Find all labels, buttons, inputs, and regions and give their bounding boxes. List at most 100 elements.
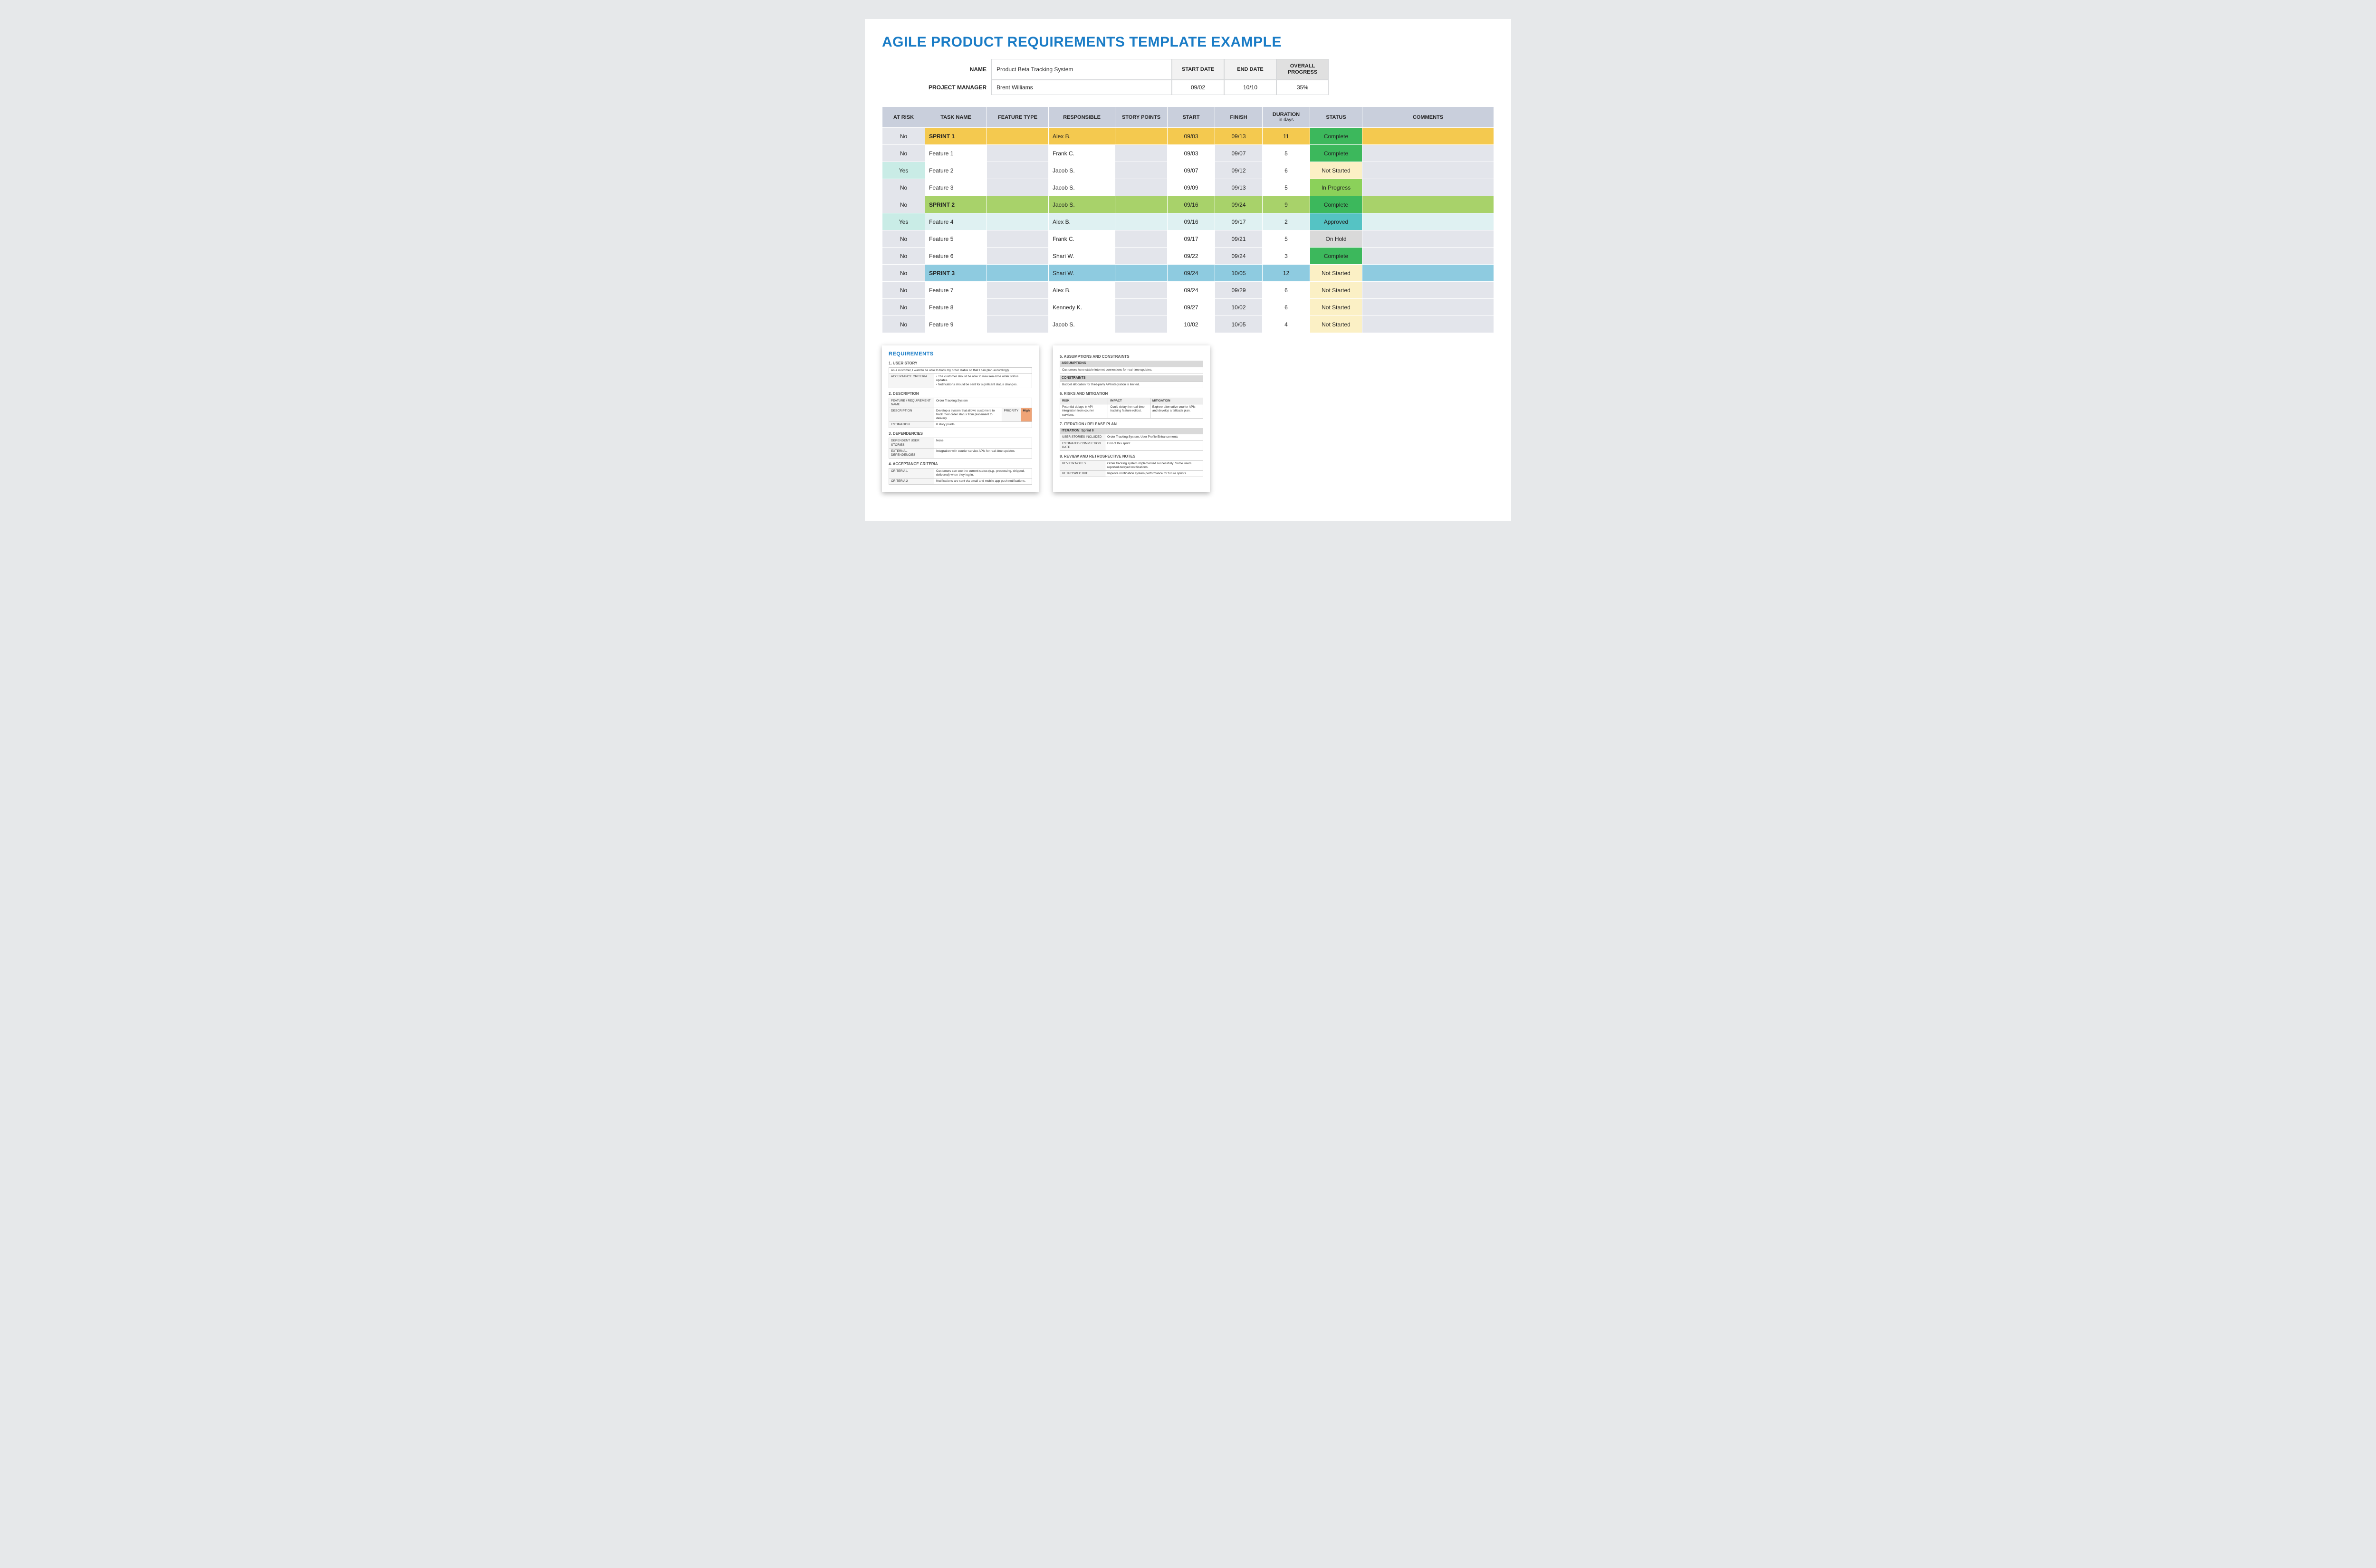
cell-col-ftype[interactable] bbox=[987, 145, 1049, 162]
name-value[interactable]: Product Beta Tracking System bbox=[991, 59, 1172, 80]
cell-col-finish[interactable]: 09/13 bbox=[1215, 128, 1263, 145]
cell-col-story[interactable] bbox=[1115, 213, 1168, 230]
cell-col-start[interactable]: 09/27 bbox=[1168, 299, 1215, 316]
cell-col-dur[interactable]: 6 bbox=[1263, 299, 1310, 316]
cell-col-risk[interactable]: No bbox=[882, 265, 925, 282]
cell-col-finish[interactable]: 09/21 bbox=[1215, 230, 1263, 248]
cell-col-task[interactable]: Feature 1 bbox=[925, 145, 987, 162]
cell-col-finish[interactable]: 10/02 bbox=[1215, 299, 1263, 316]
cell-col-story[interactable] bbox=[1115, 248, 1168, 265]
cell-col-ftype[interactable] bbox=[987, 213, 1049, 230]
cell-col-resp[interactable]: Jacob S. bbox=[1049, 196, 1115, 213]
cell-col-finish[interactable]: 09/17 bbox=[1215, 213, 1263, 230]
cell-col-task[interactable]: Feature 6 bbox=[925, 248, 987, 265]
table-row[interactable]: NoFeature 3Jacob S.09/0909/135In Progres… bbox=[882, 179, 1494, 196]
table-row[interactable]: NoFeature 5Frank C.09/1709/215On Hold bbox=[882, 230, 1494, 248]
cell-col-task[interactable]: Feature 5 bbox=[925, 230, 987, 248]
cell-col-risk[interactable]: No bbox=[882, 316, 925, 333]
cell-col-task[interactable]: Feature 3 bbox=[925, 179, 987, 196]
cell-col-risk[interactable]: No bbox=[882, 179, 925, 196]
cell-col-start[interactable]: 09/24 bbox=[1168, 282, 1215, 299]
cell-col-risk[interactable]: No bbox=[882, 145, 925, 162]
cell-col-status[interactable]: Complete bbox=[1310, 196, 1362, 213]
cell-col-comm[interactable] bbox=[1362, 196, 1494, 213]
progress-value[interactable]: 35% bbox=[1276, 80, 1329, 95]
cell-col-risk[interactable]: No bbox=[882, 299, 925, 316]
cell-col-start[interactable]: 10/02 bbox=[1168, 316, 1215, 333]
table-row[interactable]: NoSPRINT 1 Alex B. 09/0309/1311Complete bbox=[882, 128, 1494, 145]
start-date-value[interactable]: 09/02 bbox=[1172, 80, 1224, 95]
cell-col-ftype[interactable] bbox=[987, 162, 1049, 179]
cell-col-status[interactable]: On Hold bbox=[1310, 230, 1362, 248]
cell-col-task[interactable]: Feature 8 bbox=[925, 299, 987, 316]
cell-col-comm[interactable] bbox=[1362, 248, 1494, 265]
cell-col-finish[interactable]: 09/29 bbox=[1215, 282, 1263, 299]
cell-col-comm[interactable] bbox=[1362, 282, 1494, 299]
cell-col-status[interactable]: Not Started bbox=[1310, 316, 1362, 333]
cell-col-resp[interactable]: Alex B. bbox=[1049, 213, 1115, 230]
cell-col-resp[interactable]: Jacob S. bbox=[1049, 316, 1115, 333]
cell-col-status[interactable]: Complete bbox=[1310, 128, 1362, 145]
table-row[interactable]: NoFeature 7Alex B.09/2409/296Not Started bbox=[882, 282, 1494, 299]
table-row[interactable]: YesFeature 2Jacob S.09/0709/126Not Start… bbox=[882, 162, 1494, 179]
cell-col-resp[interactable]: Jacob S. bbox=[1049, 179, 1115, 196]
cell-col-task[interactable]: Feature 7 bbox=[925, 282, 987, 299]
cell-col-task[interactable]: SPRINT 2 bbox=[925, 196, 987, 213]
cell-col-start[interactable]: 09/09 bbox=[1168, 179, 1215, 196]
pm-value[interactable]: Brent Williams bbox=[991, 80, 1172, 95]
cell-col-story[interactable] bbox=[1115, 316, 1168, 333]
cell-col-resp[interactable]: Shari W. bbox=[1049, 248, 1115, 265]
cell-col-risk[interactable]: Yes bbox=[882, 213, 925, 230]
cell-col-dur[interactable]: 11 bbox=[1263, 128, 1310, 145]
cell-col-story[interactable] bbox=[1115, 299, 1168, 316]
cell-col-task[interactable]: Feature 4 bbox=[925, 213, 987, 230]
cell-col-risk[interactable]: No bbox=[882, 248, 925, 265]
cell-col-task[interactable]: Feature 2 bbox=[925, 162, 987, 179]
table-row[interactable]: NoFeature 6Shari W.09/2209/243Complete bbox=[882, 248, 1494, 265]
cell-col-story[interactable] bbox=[1115, 128, 1168, 145]
cell-col-ftype[interactable] bbox=[987, 196, 1049, 213]
cell-col-story[interactable] bbox=[1115, 196, 1168, 213]
cell-col-dur[interactable]: 5 bbox=[1263, 145, 1310, 162]
cell-col-ftype[interactable] bbox=[987, 316, 1049, 333]
cell-col-finish[interactable]: 09/12 bbox=[1215, 162, 1263, 179]
cell-col-dur[interactable]: 2 bbox=[1263, 213, 1310, 230]
cell-col-comm[interactable] bbox=[1362, 299, 1494, 316]
cell-col-resp[interactable]: Kennedy K. bbox=[1049, 299, 1115, 316]
cell-col-risk[interactable]: Yes bbox=[882, 162, 925, 179]
cell-col-risk[interactable]: No bbox=[882, 128, 925, 145]
cell-col-comm[interactable] bbox=[1362, 162, 1494, 179]
cell-col-ftype[interactable] bbox=[987, 299, 1049, 316]
cell-col-dur[interactable]: 5 bbox=[1263, 230, 1310, 248]
table-row[interactable]: NoFeature 9Jacob S.10/0210/054Not Starte… bbox=[882, 316, 1494, 333]
cell-col-status[interactable]: Not Started bbox=[1310, 162, 1362, 179]
cell-col-comm[interactable] bbox=[1362, 265, 1494, 282]
cell-col-task[interactable]: Feature 9 bbox=[925, 316, 987, 333]
cell-col-comm[interactable] bbox=[1362, 230, 1494, 248]
cell-col-resp[interactable]: Shari W. bbox=[1049, 265, 1115, 282]
cell-col-start[interactable]: 09/07 bbox=[1168, 162, 1215, 179]
cell-col-comm[interactable] bbox=[1362, 316, 1494, 333]
table-row[interactable]: NoFeature 1Frank C.09/0309/075Complete bbox=[882, 145, 1494, 162]
cell-col-status[interactable]: Complete bbox=[1310, 145, 1362, 162]
cell-col-resp[interactable]: Jacob S. bbox=[1049, 162, 1115, 179]
cell-col-dur[interactable]: 9 bbox=[1263, 196, 1310, 213]
cell-col-story[interactable] bbox=[1115, 282, 1168, 299]
cell-col-story[interactable] bbox=[1115, 230, 1168, 248]
cell-col-story[interactable] bbox=[1115, 265, 1168, 282]
cell-col-start[interactable]: 09/03 bbox=[1168, 128, 1215, 145]
cell-col-dur[interactable]: 3 bbox=[1263, 248, 1310, 265]
cell-col-ftype[interactable] bbox=[987, 248, 1049, 265]
cell-col-dur[interactable]: 6 bbox=[1263, 282, 1310, 299]
cell-col-risk[interactable]: No bbox=[882, 230, 925, 248]
cell-col-finish[interactable]: 10/05 bbox=[1215, 316, 1263, 333]
cell-col-status[interactable]: In Progress bbox=[1310, 179, 1362, 196]
cell-col-start[interactable]: 09/16 bbox=[1168, 196, 1215, 213]
cell-col-task[interactable]: SPRINT 1 bbox=[925, 128, 987, 145]
cell-col-story[interactable] bbox=[1115, 145, 1168, 162]
cell-col-dur[interactable]: 12 bbox=[1263, 265, 1310, 282]
cell-col-resp[interactable]: Alex B. bbox=[1049, 128, 1115, 145]
cell-col-story[interactable] bbox=[1115, 162, 1168, 179]
cell-col-resp[interactable]: Frank C. bbox=[1049, 230, 1115, 248]
cell-col-start[interactable]: 09/16 bbox=[1168, 213, 1215, 230]
